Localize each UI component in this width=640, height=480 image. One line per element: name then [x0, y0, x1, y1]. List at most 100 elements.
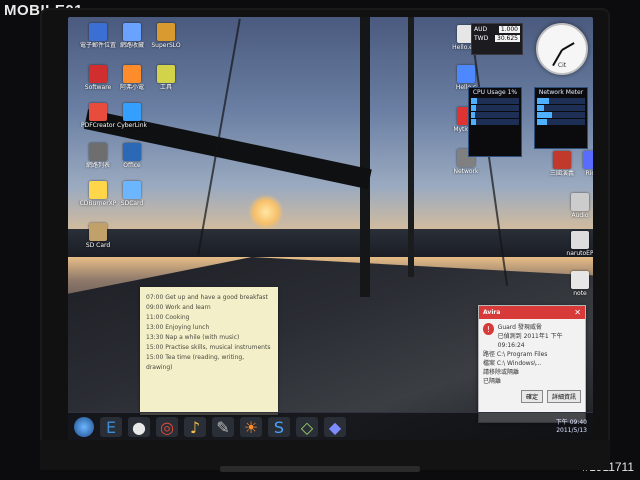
- start-button[interactable]: [74, 417, 94, 437]
- taskbar-app-icon: ♪: [189, 417, 201, 437]
- desktop-icon-label: narutoEP: [566, 250, 593, 257]
- desktop-icon-image: [123, 143, 141, 161]
- cpu-bar: [471, 119, 519, 125]
- network-bar-fill: [537, 112, 553, 118]
- taskbar-app-icon: ◎: [160, 417, 174, 437]
- taskbar-app-blue[interactable]: ◆: [324, 417, 346, 437]
- dialog-line: Guard 發現威脅: [497, 324, 542, 331]
- sticky-note[interactable]: 07:00 Get up and have a good breakfast 0…: [140, 287, 278, 415]
- cpu-gadget-label: CPU Usage: [472, 89, 506, 96]
- desktop-icon-rich[interactable]: Rich: [568, 151, 593, 178]
- taskbar-app-icon: ●: [132, 417, 146, 437]
- desktop-icon-tools[interactable]: 工具: [142, 65, 190, 92]
- warning-icon: !: [483, 323, 494, 335]
- clock-hour-hand: [561, 42, 575, 51]
- taskbar-app-icon: ◆: [328, 417, 342, 437]
- network-bar-fill: [537, 119, 547, 125]
- clock-label: Cit: [557, 62, 567, 69]
- sticky-note-line: 15:00 Practise skills, musical instrumen…: [146, 344, 271, 351]
- desktop-icon-image: [457, 65, 475, 83]
- taskbar-app-music[interactable]: ♪: [184, 417, 206, 437]
- sticky-note-line: 15:00 Tea time (reading, writing, drawin…: [146, 354, 245, 371]
- system-tray[interactable]: 下午 09:40 2011/5/13: [556, 419, 587, 435]
- taskbar-app-skype[interactable]: S: [268, 417, 290, 437]
- desktop-icon-image: [157, 23, 175, 41]
- network-bar-fill: [537, 98, 549, 104]
- desktop-icon-office[interactable]: Office: [108, 143, 156, 170]
- close-icon[interactable]: ✕: [574, 308, 581, 317]
- taskbar-app-icon: ☀: [243, 417, 259, 437]
- currency-value: 1.000: [498, 26, 520, 33]
- avira-alert-dialog[interactable]: Avira ✕ ! Guard 發現威脅 已偵測到 2011年1 下午 09:1…: [478, 305, 586, 423]
- desktop-icon-sd-card[interactable]: SD Card: [74, 223, 122, 250]
- desktop-icon-label: SuperSLO: [151, 42, 181, 49]
- sticky-note-line: 09:00 Work and learn: [146, 304, 211, 311]
- dialog-line: 已偵測到 2011年1 下午 09:16:24: [497, 333, 563, 349]
- desktop-icon-label: Rich: [585, 170, 593, 177]
- taskbar-app-edit[interactable]: ✎: [212, 417, 234, 437]
- cpu-bar: [471, 105, 519, 111]
- clock-gadget[interactable]: Cit: [536, 23, 588, 75]
- cpu-bar-fill: [471, 98, 477, 104]
- shoreline: [68, 229, 593, 257]
- dialog-actions: 確定 詳細資訊: [483, 390, 581, 403]
- desktop-icon-image: [89, 103, 107, 121]
- sticky-note-line: 07:00 Get up and have a good breakfast: [146, 294, 268, 301]
- taskbar-app-chrome[interactable]: ◎: [156, 417, 178, 437]
- desktop-icon-image: [89, 223, 107, 241]
- desktop-icon-label: SDCard: [120, 200, 144, 207]
- dialog-line: 路徑 C:\ Program Files: [483, 351, 548, 358]
- sticky-note-line: 13:30 Nap a while (with music): [146, 334, 240, 341]
- taskbar-apps: E ● ◎ ♪ ✎ ☀ S ◇ ◆: [100, 417, 346, 437]
- taskbar-app-ie[interactable]: E: [100, 417, 122, 437]
- desktop-icon-image: [89, 143, 107, 161]
- boat-mast: [360, 17, 370, 297]
- desktop-icon-audio[interactable]: Audio: [556, 193, 593, 220]
- desktop-icon-note[interactable]: note: [556, 271, 593, 298]
- dialog-text: Guard 發現威脅 已偵測到 2011年1 下午 09:16:24: [498, 323, 581, 350]
- dialog-details-button[interactable]: 詳細資訊: [546, 390, 581, 403]
- desktop-icon-image: [123, 103, 141, 121]
- desktop-icon-image: [571, 193, 589, 211]
- desktop-icon-image: [89, 23, 107, 41]
- desktop-icon-superslo[interactable]: SuperSLO: [142, 23, 190, 50]
- currency-label: AUD: [474, 26, 488, 33]
- desktop-icon-cyberlink[interactable]: CyberLink: [108, 103, 156, 130]
- cpu-bar-fill: [471, 112, 475, 118]
- cpu-gadget-percent: 1%: [507, 89, 518, 96]
- taskbar-app-record[interactable]: ●: [128, 417, 150, 437]
- cpu-bar: [471, 112, 519, 118]
- cpu-bar: [471, 98, 519, 104]
- network-bar-fill: [537, 105, 545, 111]
- desktop-icon-label: 工具: [159, 84, 172, 91]
- cpu-gadget[interactable]: CPU Usage 1%: [468, 87, 522, 157]
- desktop-icon-label: SD Card: [85, 242, 111, 249]
- desktop-icon-image: [123, 65, 141, 83]
- desktop-icon-label: Audio: [571, 212, 589, 219]
- dialog-title: Avira: [483, 309, 501, 316]
- taskbar-app-sun[interactable]: ☀: [240, 417, 262, 437]
- dialog-body: ! Guard 發現威脅 已偵測到 2011年1 下午 09:16:24 路徑 …: [479, 319, 585, 407]
- taskbar-app-green[interactable]: ◇: [296, 417, 318, 437]
- desktop-icon-image: [571, 231, 589, 249]
- dialog-ok-button[interactable]: 確定: [520, 390, 543, 403]
- desktop-icon-image: [123, 181, 141, 199]
- desktop-screen: 電子郵件位置 網路收藏 SuperSLO Software 阿弗小電 工具 PD…: [68, 17, 593, 441]
- monitor-stand-bar: [220, 466, 420, 472]
- taskbar-app-icon: ✎: [216, 417, 230, 437]
- taskbar-app-icon: E: [105, 417, 117, 437]
- tray-date: 2011/5/13: [556, 427, 587, 434]
- network-gadget-title: Network Meter: [538, 89, 584, 96]
- network-bar: [537, 112, 585, 118]
- taskbar: E ● ◎ ♪ ✎ ☀ S ◇ ◆ 下午 09:40 2011/5/13: [68, 412, 593, 441]
- tray-time: 下午 09:40: [555, 419, 587, 426]
- currency-gadget[interactable]: AUD 1.000 TWD 30.625: [471, 23, 523, 55]
- network-gadget[interactable]: Network Meter: [534, 87, 588, 149]
- boat-mast-secondary: [408, 17, 414, 277]
- desktop-icon-sdcard-app[interactable]: SDCard: [108, 181, 156, 208]
- desktop-icon-naruto[interactable]: narutoEP: [556, 231, 593, 258]
- desktop-icon-label: note: [573, 290, 587, 297]
- sun: [248, 194, 284, 230]
- desktop-icon-label: Network: [453, 168, 479, 175]
- cpu-bar-fill: [471, 119, 476, 125]
